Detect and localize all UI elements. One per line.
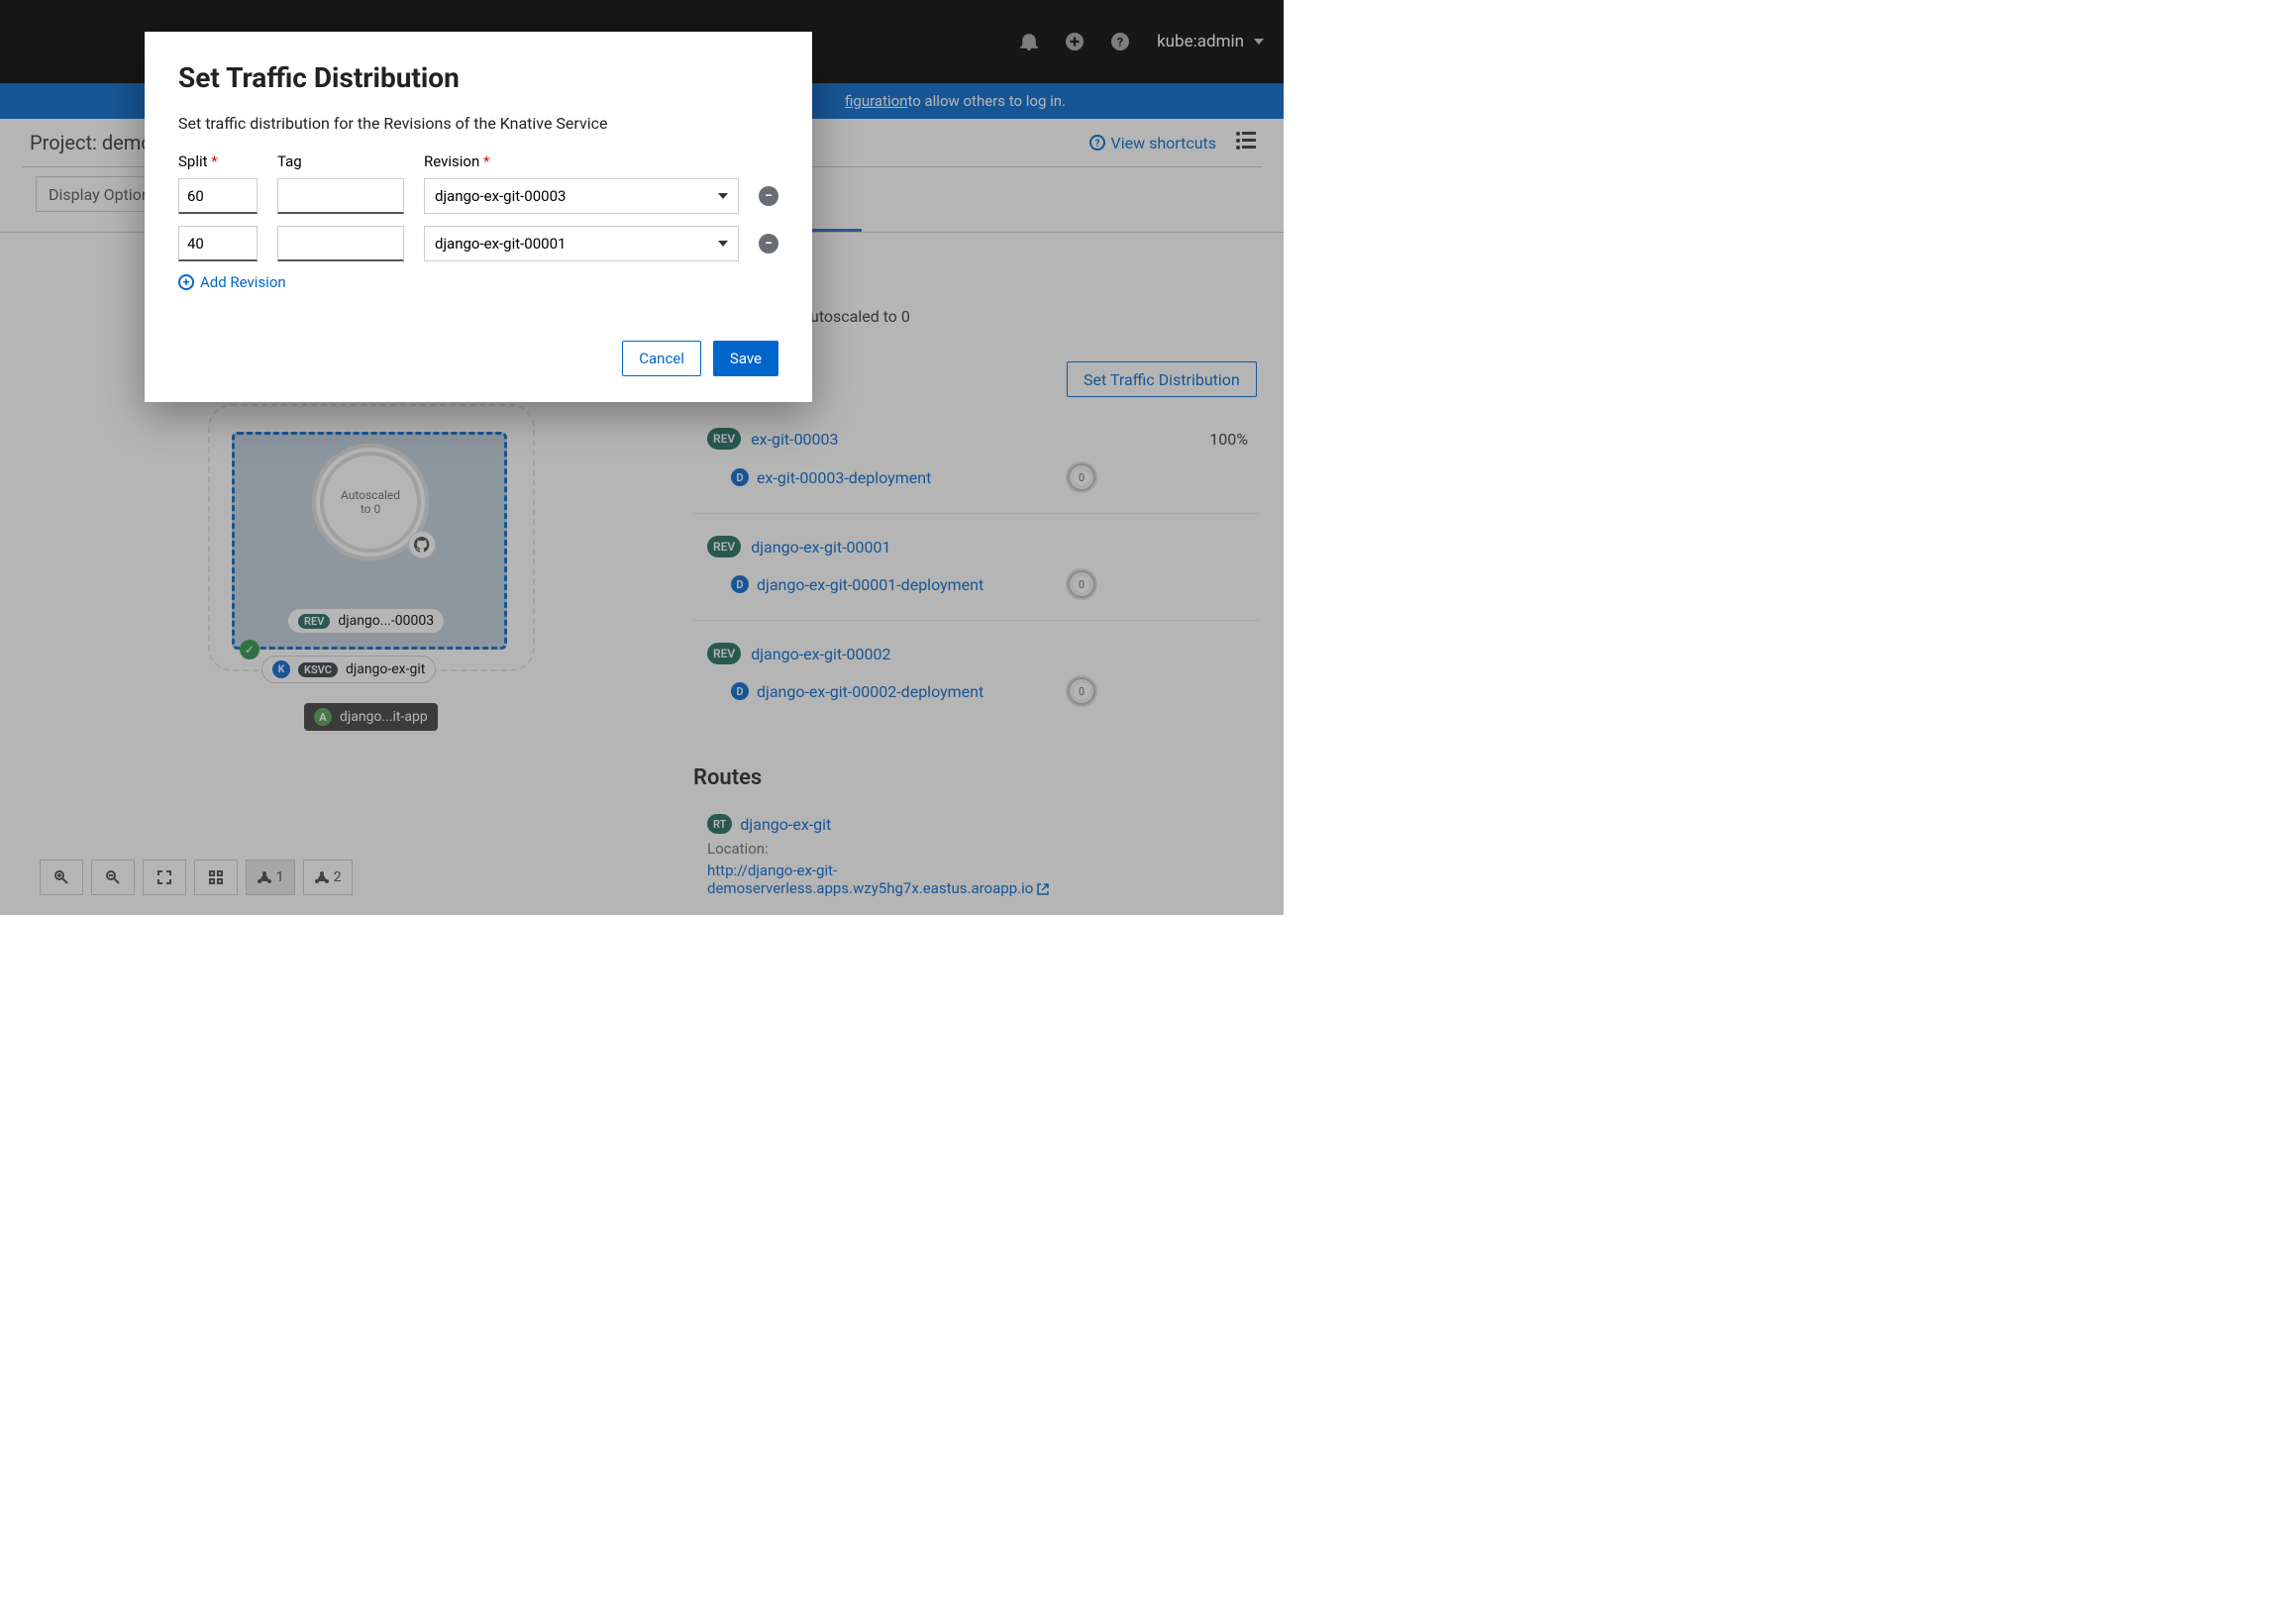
add-revision-button[interactable]: + Add Revision <box>178 273 778 291</box>
caret-down-icon <box>718 241 728 247</box>
modal-title: Set Traffic Distribution <box>178 61 778 94</box>
tag-col-header: Tag <box>277 152 404 170</box>
save-button[interactable]: Save <box>713 341 778 376</box>
split-input[interactable] <box>178 178 258 214</box>
revision-select[interactable]: django-ex-git-00001 <box>424 226 739 261</box>
plus-circle-icon: + <box>178 274 194 290</box>
modal-description: Set traffic distribution for the Revisio… <box>178 114 778 133</box>
cancel-button[interactable]: Cancel <box>622 341 701 376</box>
traffic-distribution-modal: Set Traffic Distribution Set traffic dis… <box>145 32 812 402</box>
split-col-header: Split * <box>178 152 258 170</box>
caret-down-icon <box>718 193 728 199</box>
split-input[interactable] <box>178 226 258 261</box>
tag-input[interactable] <box>277 226 404 261</box>
remove-row-button[interactable]: − <box>759 186 778 206</box>
tag-input[interactable] <box>277 178 404 214</box>
revision-select[interactable]: django-ex-git-00003 <box>424 178 739 214</box>
revision-col-header: Revision * <box>424 152 739 170</box>
remove-row-button[interactable]: − <box>759 234 778 254</box>
